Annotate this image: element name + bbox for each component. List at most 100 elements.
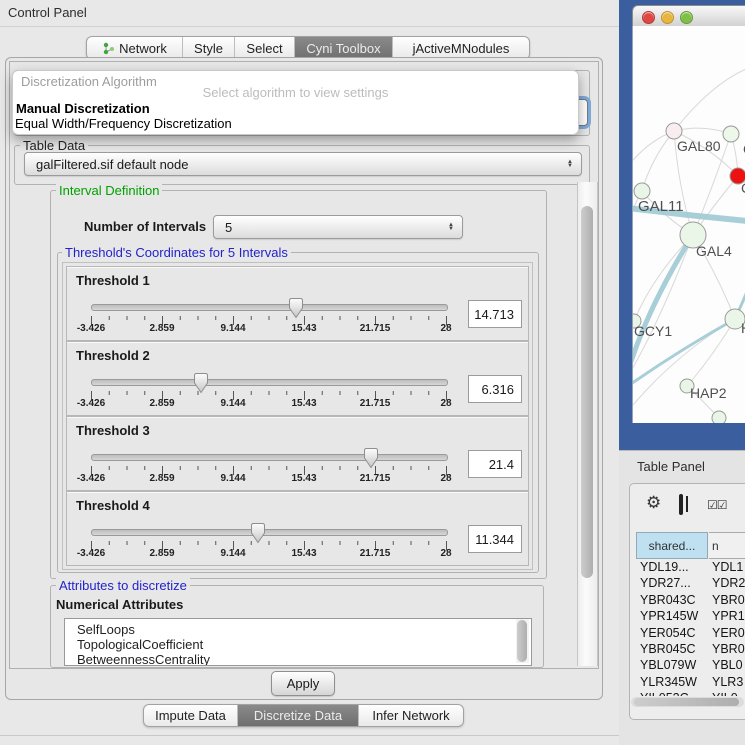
table-cell-name[interactable]: YBL0 bbox=[712, 658, 743, 672]
tab-discretize-data[interactable]: Discretize Data bbox=[238, 705, 359, 726]
slider-handle[interactable] bbox=[363, 447, 379, 469]
attribute-list-item[interactable]: TopologicalCoefficient bbox=[65, 637, 531, 652]
numerical-attributes-list[interactable]: SelfLoopsTopologicalCoefficientBetweenne… bbox=[64, 618, 532, 666]
popup-item-equal-width[interactable]: Equal Width/Frequency Discretization bbox=[15, 116, 232, 131]
threshold-value-field[interactable]: 6.316 bbox=[468, 375, 522, 403]
attributes-scrollbar-track[interactable] bbox=[516, 619, 529, 663]
main-scrollbar-thumb[interactable] bbox=[581, 206, 593, 578]
table-cell-shared-name[interactable]: YBR045C bbox=[640, 642, 696, 656]
column-header-shared-name[interactable]: shared... bbox=[636, 532, 708, 559]
tab-impute-data[interactable]: Impute Data bbox=[144, 705, 238, 726]
tick-label: 15.43 bbox=[279, 398, 329, 409]
threshold-label: Threshold 2 bbox=[76, 348, 150, 363]
table-data-title: Table Data bbox=[20, 138, 88, 153]
table-cell-shared-name[interactable]: YBL079W bbox=[640, 658, 696, 672]
table-cell-shared-name[interactable]: YER054C bbox=[640, 626, 696, 640]
table-data-combobox[interactable]: galFiltered.sif default node ▲▼ bbox=[24, 152, 582, 176]
network-node[interactable] bbox=[723, 126, 739, 142]
network-window-titlebar[interactable] bbox=[632, 5, 745, 27]
tab-infer-network[interactable]: Infer Network bbox=[359, 705, 463, 726]
threshold-panel-3: Threshold 3-3.4262.8599.14415.4321.71528… bbox=[66, 416, 529, 491]
tab-network[interactable]: Network bbox=[87, 37, 183, 59]
checkboxes-icon[interactable]: ☑☑ bbox=[707, 498, 727, 512]
slider-track[interactable] bbox=[91, 379, 448, 386]
threshold-value-field[interactable]: 11.344 bbox=[468, 525, 522, 553]
threshold-panel-1: Threshold 1-3.4262.8599.14415.4321.71528… bbox=[66, 266, 529, 341]
slider-handle[interactable] bbox=[193, 372, 209, 394]
attribute-list-item[interactable]: BetweennessCentrality bbox=[65, 652, 531, 666]
table-cell-name[interactable]: YIL0 bbox=[712, 691, 738, 696]
table-cell-name[interactable]: YPR1 bbox=[712, 609, 745, 623]
bottom-divider bbox=[0, 735, 620, 736]
column-header-name[interactable]: n bbox=[709, 532, 745, 559]
table-cell-shared-name[interactable]: YIL052C bbox=[640, 691, 689, 696]
table-hscrollbar-thumb[interactable] bbox=[634, 698, 739, 706]
network-node-label: GAL4 bbox=[696, 243, 732, 259]
tab-style[interactable]: Style bbox=[183, 37, 235, 59]
network-node-label: H bbox=[741, 320, 745, 336]
tick-label: 2.859 bbox=[137, 398, 187, 409]
slider-track[interactable] bbox=[91, 454, 448, 461]
network-canvas[interactable]: GAL80GACGAL11GAL4GCY1HHAP2 bbox=[632, 26, 745, 423]
tab-jactivemnodules[interactable]: jActiveMNodules bbox=[393, 37, 529, 59]
table-cell-name[interactable]: YBR0 bbox=[712, 593, 745, 607]
interval-definition-title: Interval Definition bbox=[56, 183, 162, 198]
slider-track[interactable] bbox=[91, 529, 448, 536]
threshold-value-field[interactable]: 21.4 bbox=[468, 450, 522, 478]
tick-label: -3.426 bbox=[66, 398, 116, 409]
network-node-label: GAL80 bbox=[677, 138, 721, 154]
table-cell-name[interactable]: YBR0 bbox=[712, 642, 745, 656]
minimize-traffic-light-icon[interactable] bbox=[661, 11, 674, 24]
slider-handle[interactable] bbox=[250, 522, 266, 544]
main-scrollbar-track[interactable] bbox=[577, 182, 598, 666]
table-cell-shared-name[interactable]: YDR27... bbox=[640, 576, 691, 590]
tick-label: 15.43 bbox=[279, 473, 329, 484]
tick-label: 9.144 bbox=[208, 548, 258, 559]
cyni-mode-tab-bar: Impute Data Discretize Data Infer Network bbox=[143, 704, 464, 727]
tab-label: Infer Network bbox=[372, 708, 449, 723]
close-traffic-light-icon[interactable] bbox=[642, 11, 655, 24]
attribute-list-item[interactable]: SelfLoops bbox=[65, 619, 531, 637]
network-node[interactable] bbox=[634, 183, 650, 199]
tab-cyni-toolbox[interactable]: Cyni Toolbox bbox=[295, 37, 393, 59]
apply-button[interactable]: Apply bbox=[271, 671, 335, 696]
stepper-icon: ▲▼ bbox=[444, 223, 458, 231]
tick-label: 21.715 bbox=[350, 398, 400, 409]
network-node[interactable] bbox=[666, 123, 682, 139]
network-node[interactable] bbox=[712, 411, 726, 423]
attributes-title: Attributes to discretize bbox=[56, 578, 190, 593]
tick-label: 21.715 bbox=[350, 548, 400, 559]
table-cell-shared-name[interactable]: YDL19... bbox=[640, 560, 689, 574]
table-cell-shared-name[interactable]: YPR145W bbox=[640, 609, 698, 623]
table-cell-name[interactable]: YLR3 bbox=[712, 675, 743, 689]
table-cell-shared-name[interactable]: YBR043C bbox=[640, 593, 696, 607]
table-cell-shared-name[interactable]: YLR345W bbox=[640, 675, 697, 689]
threshold-value-field[interactable]: 14.713 bbox=[468, 300, 522, 328]
slider-handle[interactable] bbox=[288, 297, 304, 319]
network-node-label: HAP2 bbox=[690, 385, 727, 401]
table-cell-name[interactable]: YER0 bbox=[712, 626, 745, 640]
popup-placeholder-item[interactable]: Select algorithm to view settings bbox=[13, 85, 578, 100]
attributes-scrollbar-thumb[interactable] bbox=[517, 620, 527, 662]
gear-icon[interactable]: ⚙ bbox=[646, 493, 661, 513]
tick-label: 28 bbox=[421, 548, 471, 559]
network-edge bbox=[674, 66, 745, 131]
stepper-icon: ▲▼ bbox=[563, 160, 577, 168]
control-panel-titlebar: Control Panel ✖ bbox=[0, 0, 620, 27]
slider-track[interactable] bbox=[91, 304, 448, 311]
tick-label: 2.859 bbox=[137, 473, 187, 484]
zoom-traffic-light-icon[interactable] bbox=[680, 11, 693, 24]
popup-item-manual[interactable]: Manual Discretization bbox=[16, 101, 150, 116]
algorithm-popup: Discretization Algorithm Select algorith… bbox=[12, 70, 579, 135]
table-hscrollbar-track[interactable] bbox=[631, 697, 744, 707]
table-cell-name[interactable]: YDR2 bbox=[712, 576, 745, 590]
tab-label: Discretize Data bbox=[254, 708, 342, 723]
tick-label: 15.43 bbox=[279, 323, 329, 334]
tab-label: jActiveMNodules bbox=[413, 41, 510, 56]
number-of-intervals-combobox[interactable]: 5 ▲▼ bbox=[213, 215, 463, 239]
tab-select[interactable]: Select bbox=[235, 37, 295, 59]
split-columns-icon[interactable] bbox=[679, 494, 683, 515]
tick-label: 21.715 bbox=[350, 473, 400, 484]
tab-label: Select bbox=[246, 41, 282, 56]
table-cell-name[interactable]: YDL1 bbox=[712, 560, 743, 574]
